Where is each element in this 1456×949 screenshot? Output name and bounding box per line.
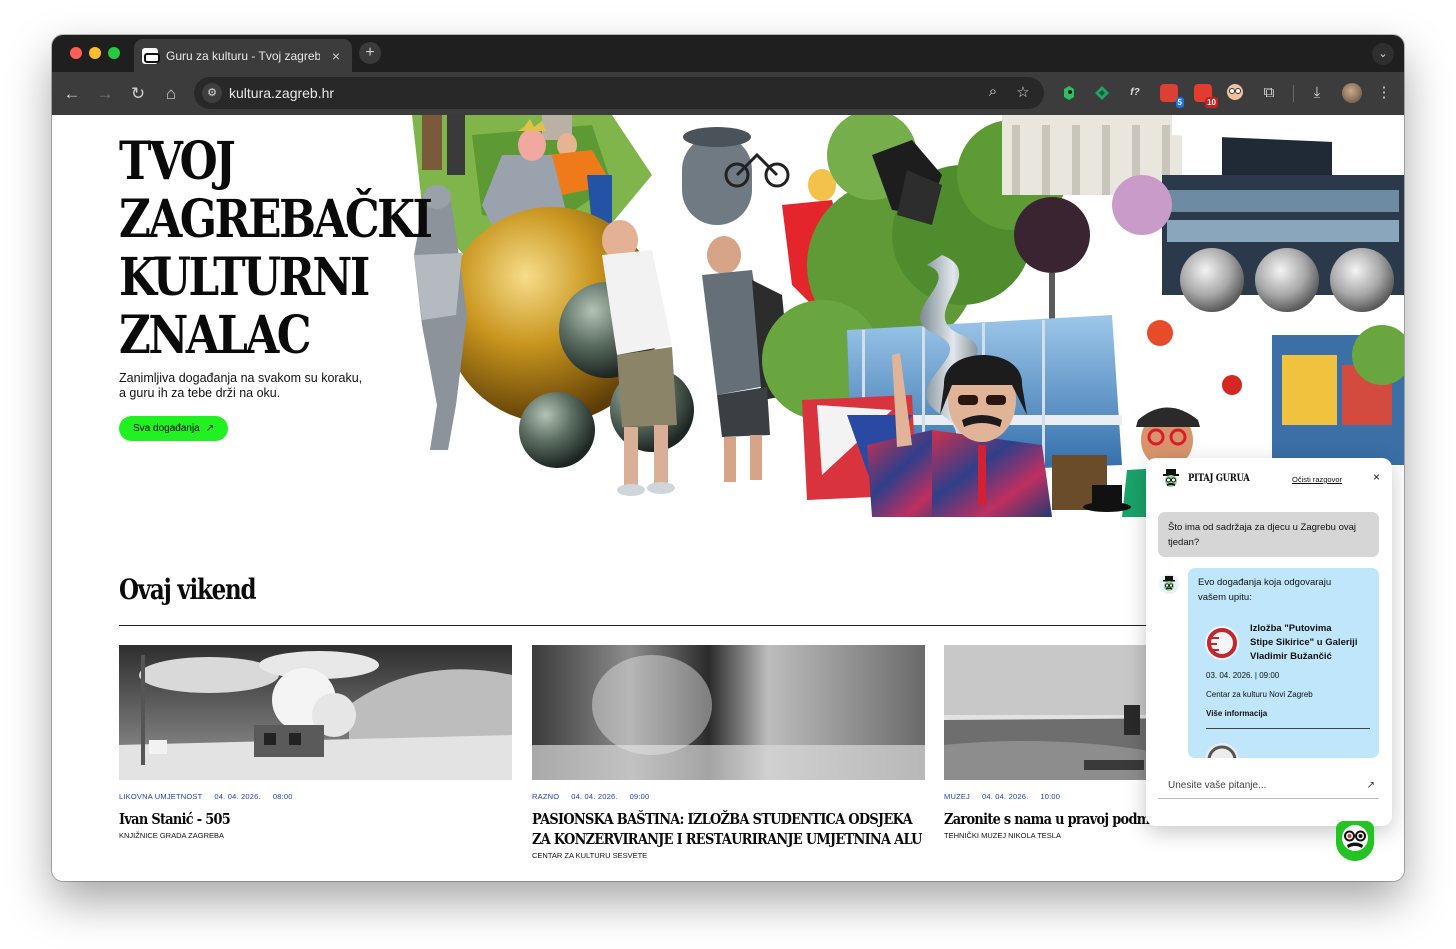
chat-event-title[interactable]: Izložba "Putovima Stipe Sikirice" u Gale… (1250, 622, 1370, 664)
bot-intro-line: Evo događanja koja odgovaraju (1198, 577, 1332, 588)
active-tab[interactable]: Guru za kulturu - Tvoj zagreb × (134, 39, 352, 72)
page-viewport: TVOJ ZAGREBAČKI KULTURNI ZNALAC Zanimlji… (52, 115, 1404, 881)
weekend-section-title: Ovaj vikend (119, 573, 257, 606)
evernote-icon[interactable] (1060, 84, 1078, 102)
event-thumbnail (1205, 743, 1239, 758)
hero-title-line: TVOJ (119, 131, 236, 192)
guru-extension-icon[interactable] (1224, 82, 1246, 104)
guru-chat-panel: PITAJ GURUA Očisti razgovor × Što ima od… (1146, 458, 1392, 826)
event-image (532, 645, 925, 780)
bot-intro: Evo događanja koja odgovaraju vašem upit… (1198, 575, 1369, 605)
tab-title: Guru za kulturu - Tvoj zagreb (166, 48, 320, 63)
event-venue: CENTAR ZA KULTURU SESVETE (532, 851, 648, 860)
user-message: Što ima od sadržaja za djecu u Zagrebu o… (1158, 512, 1379, 557)
chat-event-title-line: Vladimir Bužančić (1250, 651, 1332, 662)
event-date: 04. 04. 2026. (214, 792, 261, 801)
event-date: 04. 04. 2026. (982, 792, 1029, 801)
chat-title: PITAJ GURUA (1188, 473, 1250, 484)
event-time: 08:00 (272, 792, 293, 801)
event-category: MUZEJ (944, 792, 970, 801)
hero-subtitle: Zanimljiva događanja na svakom su koraku… (119, 371, 389, 401)
all-events-label: Sva događanja (133, 423, 200, 434)
reload-icon[interactable]: ↻ (126, 82, 150, 106)
event-venue: KNJIŽNICE GRADA ZAGREBA (119, 831, 225, 840)
hero-title-line: ZNALAC (119, 305, 311, 366)
arrow-up-right-icon: ↗ (205, 423, 215, 434)
event-meta: RAZNO 04. 04. 2026. 09:00 (532, 792, 925, 801)
bot-intro-line: vašem upitu: (1198, 592, 1252, 603)
address-bar[interactable]: ⚙ kultura.zagreb.hr ⌕ ☆ (194, 77, 1044, 109)
back-icon[interactable]: ← (60, 82, 84, 106)
more-info-link[interactable]: Više informacija (1206, 706, 1267, 721)
event-category: RAZNO (532, 792, 560, 801)
chat-event-venue: Centar za kulturu Novi Zagreb (1206, 690, 1313, 699)
chat-event-title-line: Stipe Sikirice" u Galeriji (1250, 637, 1358, 648)
tab-strip: Guru za kulturu - Tvoj zagreb × + ⌄ (52, 35, 1404, 72)
new-tab-button[interactable]: + (359, 42, 381, 64)
event-time: 09:00 (629, 792, 650, 801)
event-date: 04. 04. 2026. (571, 792, 618, 801)
event-card[interactable]: LIKOVNA UMJETNOST 04. 04. 2026. 08:00 Iv… (119, 645, 512, 840)
url-text[interactable]: kultura.zagreb.hr (229, 85, 334, 101)
chat-event-divider (1206, 728, 1370, 729)
event-image (119, 645, 512, 780)
tab-search-button[interactable]: ⌄ (1372, 43, 1394, 65)
event-time: 10:00 (1040, 792, 1061, 801)
extensions-puzzle-icon[interactable]: ⧉ (1258, 82, 1280, 104)
all-events-button[interactable]: Sva događanja ↗ (119, 416, 229, 441)
hero-title-line: KULTURNI (119, 247, 370, 308)
site-settings-icon[interactable]: ⚙ (202, 83, 222, 103)
clear-conversation-link[interactable]: Očisti razgovor (1292, 475, 1342, 484)
calendar-extension-icon[interactable]: 10 (1194, 84, 1218, 108)
event-title[interactable]: Ivan Stanić - 505 (119, 809, 511, 829)
event-venue: TEHNIČKI MUZEJ NIKOLA TESLA (944, 831, 1061, 840)
bookmark-star-icon[interactable]: ☆ (1013, 83, 1033, 101)
hero-title: TVOJ ZAGREBAČKI KULTURNI ZNALAC (119, 131, 433, 366)
close-icon[interactable]: × (1373, 470, 1380, 484)
hero-title-line: ZAGREBAČKI (119, 189, 433, 250)
hero-subtitle-line: a guru ih za tebe drži na oku. (119, 386, 281, 400)
maximize-window-button[interactable] (108, 47, 120, 59)
event-card[interactable]: RAZNO 04. 04. 2026. 09:00 PASIONSKA BAŠT… (532, 645, 925, 860)
browser-window: Guru za kulturu - Tvoj zagreb × + ⌄ ← → … (52, 35, 1404, 881)
event-thumbnail (1205, 626, 1239, 660)
toolbar-divider (1293, 85, 1294, 102)
guru-avatar-icon (1159, 574, 1179, 594)
chat-input-row: ↗ (1158, 776, 1379, 799)
close-window-button[interactable] (70, 47, 82, 59)
zoom-icon[interactable]: ⌕ (983, 83, 1003, 100)
event-meta: LIKOVNA UMJETNOST 04. 04. 2026. 08:00 (119, 792, 512, 801)
profile-avatar[interactable] (1342, 83, 1362, 103)
guru-mascot-icon (1163, 469, 1179, 487)
formula-extension-icon[interactable]: f? (1126, 84, 1144, 102)
calendar-badge: 10 (1205, 97, 1218, 108)
chat-header: PITAJ GURUA Očisti razgovor × (1146, 458, 1392, 500)
tab-close-button[interactable]: × (328, 48, 344, 64)
home-icon[interactable]: ⌂ (159, 82, 183, 106)
todoist-extension-icon[interactable]: 5 (1160, 84, 1184, 108)
diamond-extension-icon[interactable] (1093, 84, 1111, 102)
todoist-badge: 5 (1175, 97, 1184, 108)
hero-subtitle-line: Zanimljiva događanja na svakom su koraku… (119, 371, 363, 385)
browser-menu-icon[interactable]: ⋮ (1373, 82, 1395, 104)
browser-toolbar: ← → ↻ ⌂ ⚙ kultura.zagreb.hr ⌕ ☆ f? 5 10 … (52, 72, 1404, 115)
chat-launcher-button[interactable] (1336, 821, 1374, 861)
hero-collage-image (352, 115, 1404, 517)
chat-event-title-line: Izložba "Putovima (1250, 623, 1332, 634)
section-divider (119, 625, 1207, 626)
chat-question-input[interactable] (1168, 780, 1358, 791)
event-category: LIKOVNA UMJETNOST (119, 792, 203, 801)
send-arrow-icon[interactable]: ↗ (1367, 780, 1375, 791)
guru-favicon-icon (142, 47, 160, 64)
minimize-window-button[interactable] (89, 47, 101, 59)
forward-icon[interactable]: → (93, 82, 117, 106)
download-icon[interactable]: ⤓ (1306, 82, 1328, 104)
event-title[interactable]: PASIONSKA BAŠTINA: IZLOŽBA STUDENTICA OD… (532, 809, 924, 849)
chat-event-datetime: 03. 04. 2026. | 09:00 (1206, 671, 1280, 680)
bot-message: Evo događanja koja odgovaraju vašem upit… (1188, 568, 1379, 758)
